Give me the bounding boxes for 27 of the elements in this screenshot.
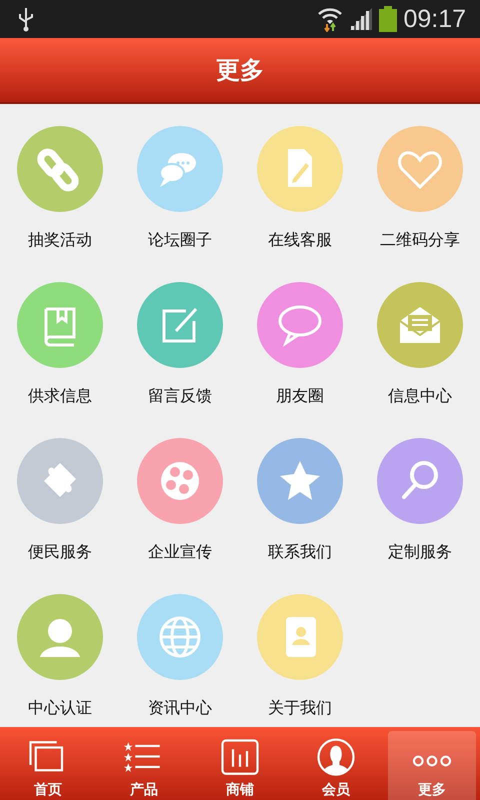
menu-label: 信息中心 (388, 386, 452, 407)
menu-label: 二维码分享 (380, 230, 460, 251)
menu-label: 论坛圈子 (148, 230, 212, 251)
nav-tab[interactable]: 产品 (100, 731, 188, 800)
menu-label: 企业宣传 (148, 542, 212, 563)
nav-tab[interactable]: 会员 (292, 731, 380, 800)
signal-icon (349, 7, 374, 31)
nav-tab[interactable]: 商铺 (196, 731, 284, 800)
menu-label: 联系我们 (268, 542, 332, 563)
menu-label: 中心认证 (28, 698, 92, 719)
menu-label: 朋友圈 (276, 386, 324, 407)
clock-time: 09:17 (403, 4, 466, 34)
menu-label: 供求信息 (28, 386, 92, 407)
menu-label: 抽奖活动 (28, 230, 92, 251)
menu-label: 关于我们 (268, 698, 332, 719)
usb-icon (18, 6, 34, 32)
menu-label: 在线客服 (268, 230, 332, 251)
nav-tab[interactable]: 更多 (388, 731, 476, 800)
battery-icon (379, 6, 398, 32)
menu-label: 定制服务 (388, 542, 452, 563)
menu-label: 便民服务 (28, 542, 92, 563)
nav-tab[interactable]: 首页 (4, 731, 92, 800)
menu-label: 资讯中心 (148, 698, 212, 719)
wifi-icon (317, 6, 344, 32)
page-title: 更多 (216, 55, 264, 86)
more-dots-icon (411, 755, 453, 767)
menu-label: 留言反馈 (148, 386, 212, 407)
